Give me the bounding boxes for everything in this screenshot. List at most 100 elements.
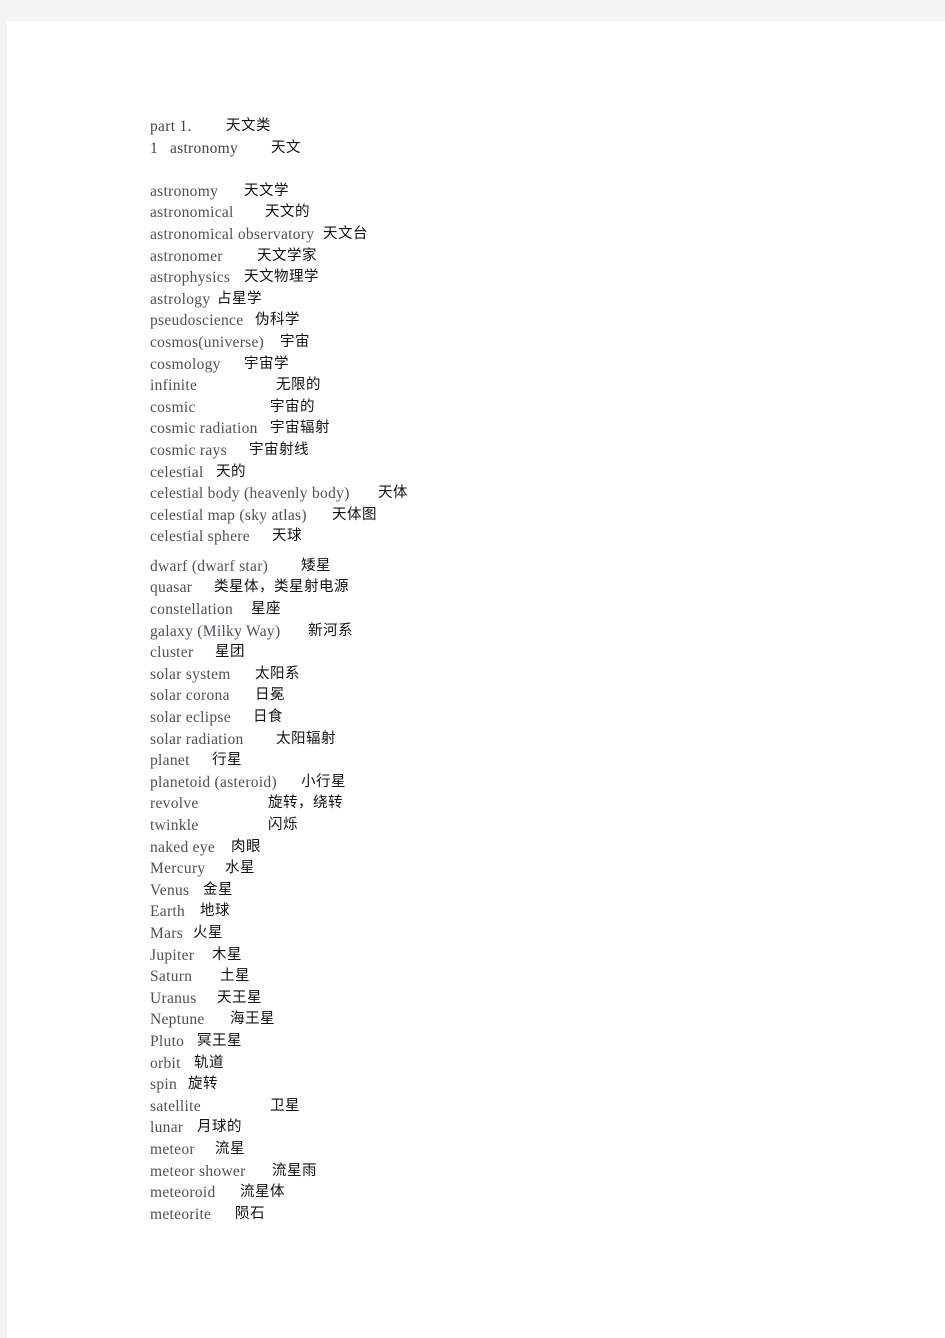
vocabulary-entry: galaxy (Milky Way) 新河系	[150, 621, 910, 643]
vocabulary-entry: Mars 火星	[150, 923, 910, 945]
vocabulary-entry: cosmic 宇宙的	[150, 397, 910, 419]
entry-term: orbit	[150, 1054, 181, 1072]
entry-term: meteor shower	[150, 1162, 246, 1180]
entry-gloss: 太阳系	[255, 665, 300, 682]
entry-gloss: 无限的	[276, 377, 321, 394]
entry-term: constellation	[150, 601, 234, 619]
vocabulary-entry: celestial body (heavenly body) 天体	[150, 483, 910, 505]
vocabulary-entry: Pluto 冥王星	[150, 1031, 910, 1053]
entry-gloss: 天球	[272, 528, 302, 545]
vocabulary-entry: Venus 金星	[150, 880, 910, 902]
entry-term: pseudoscience	[150, 312, 244, 330]
vocabulary-entry: orbit 轨道	[150, 1053, 910, 1075]
entry-gloss: 水星	[225, 860, 255, 877]
vocabulary-entry: Mercury 水星	[150, 858, 910, 880]
entry-term: meteor	[150, 1140, 195, 1158]
entry-gloss: 火星	[193, 924, 223, 941]
entry-gloss: 伪科学	[255, 312, 300, 329]
vocabulary-entry: cosmos(universe) 宇宙	[150, 332, 910, 354]
entry-term: planetoid (asteroid)	[150, 773, 277, 791]
entry-term: Saturn	[150, 968, 193, 986]
vocabulary-entry: naked eye 肉眼	[150, 837, 910, 859]
entry-gloss: 闪烁	[268, 817, 298, 833]
entry-term: cosmic radiation	[150, 420, 258, 438]
part-heading-line: part 1. 天文类	[150, 116, 910, 138]
entry-term: galaxy (Milky Way)	[150, 622, 281, 640]
entry-term: cluster	[150, 644, 194, 662]
entry-term: astronomy	[150, 182, 219, 200]
vocabulary-entry: planet 行星	[150, 750, 910, 772]
entry-term: Mercury	[150, 860, 206, 878]
entry-gloss: 金星	[203, 881, 233, 898]
vocabulary-entry: Jupiter 木星	[150, 945, 910, 967]
entry-term: satellite	[150, 1097, 201, 1115]
entry-term: astronomer	[150, 247, 223, 265]
vocabulary-entry: meteorite 陨石	[150, 1204, 910, 1226]
entry-gloss: 天的	[216, 463, 246, 480]
vocabulary-list: astronomy 天文学 astronomical 天文的 astronomical …	[150, 181, 910, 1226]
vocabulary-entry: astrophysics 天文物理学	[150, 267, 910, 289]
entry-term: Mars	[150, 924, 184, 942]
vocabulary-entry: satellite 卫星	[150, 1096, 910, 1118]
vocabulary-entry: solar system 太阳系	[150, 664, 910, 686]
vocabulary-entry: meteor shower 流星雨	[150, 1161, 910, 1183]
entry-term: Jupiter	[150, 946, 195, 964]
vocabulary-entry: astronomical observatory 天文台	[150, 224, 910, 246]
entry-term: spin	[150, 1076, 178, 1094]
entry-term: meteoroid	[150, 1184, 216, 1202]
vocabulary-entry: constellation 星座	[150, 599, 910, 621]
entry-gloss: 天王星	[217, 989, 262, 1006]
vocabulary-entry: quasar 类星体，类星射电源	[150, 577, 910, 599]
vocabulary-entry: solar eclipse 日食	[150, 707, 910, 729]
entry-gloss: 天文学	[244, 182, 289, 199]
entry-term: solar system	[150, 665, 231, 683]
entry-gloss: 宇宙学	[244, 355, 289, 372]
vocabulary-entry: solar corona 日冕	[150, 685, 910, 707]
entry-gloss: 流星雨	[272, 1162, 317, 1179]
entry-gloss: 宇宙射线	[249, 441, 309, 458]
vocabulary-entry: cluster 星团	[150, 642, 910, 664]
entry-term: dwarf (dwarf star)	[150, 557, 269, 575]
vocabulary-entry: Uranus 天王星	[150, 988, 910, 1010]
entry-gloss: 旋转，绕转	[268, 795, 343, 812]
vocabulary-entry: solar radiation 太阳辐射	[150, 729, 910, 751]
vocabulary-entry: twinkle 闪烁	[150, 815, 910, 837]
entry-term: quasar	[150, 579, 193, 597]
entry-gloss: 天体图	[332, 506, 377, 523]
entry-gloss: 天文台	[323, 225, 368, 242]
entry-term: planet	[150, 752, 190, 770]
entry-gloss: 新河系	[308, 622, 353, 639]
entry-gloss: 陨石	[235, 1205, 265, 1222]
entry-gloss: 星座	[251, 601, 281, 618]
entry-gloss: 日冕	[255, 687, 285, 704]
entry-gloss: 小行星	[301, 773, 346, 790]
entry-term: infinite	[150, 377, 198, 395]
entry-gloss: 占星学	[217, 290, 262, 307]
entry-term: Uranus	[150, 989, 197, 1007]
entry-term: cosmos(universe)	[150, 333, 265, 351]
entry-gloss: 旋转	[188, 1076, 218, 1093]
entry-gloss: 轨道	[194, 1054, 224, 1071]
section-heading-line: 1 astronomy 天文	[150, 138, 910, 160]
vocabulary-entry: revolve 旋转，绕转	[150, 793, 910, 815]
vocabulary-entry: pseudoscience 伪科学	[150, 310, 910, 332]
document-page: part 1. 天文类 1 astronomy 天文 astronomy 天文学 a…	[7, 21, 945, 1338]
vocabulary-entry: meteor 流星	[150, 1139, 910, 1161]
vocabulary-entry: Saturn 土星	[150, 966, 910, 988]
entry-term: Neptune	[150, 1011, 205, 1029]
vocabulary-entry: celestial map (sky atlas) 天体图	[150, 505, 910, 527]
part-label: part 1.	[150, 118, 192, 135]
entry-term: astrophysics	[150, 269, 231, 287]
vocabulary-entry: astrology 占星学	[150, 289, 910, 311]
entry-term: celestial map (sky atlas)	[150, 506, 307, 524]
entry-term: solar corona	[150, 687, 230, 705]
entry-term: astronomical observatory	[150, 225, 315, 243]
entry-term: naked eye	[150, 838, 216, 856]
vocabulary-entry: celestial 天的	[150, 462, 910, 484]
vocabulary-entry: Earth 地球	[150, 901, 910, 923]
entry-gloss: 天文物理学	[244, 269, 319, 286]
entry-gloss: 行星	[212, 752, 242, 769]
entry-gloss: 流星	[215, 1140, 245, 1157]
vocabulary-entry: planetoid (asteroid) 小行星	[150, 772, 910, 794]
